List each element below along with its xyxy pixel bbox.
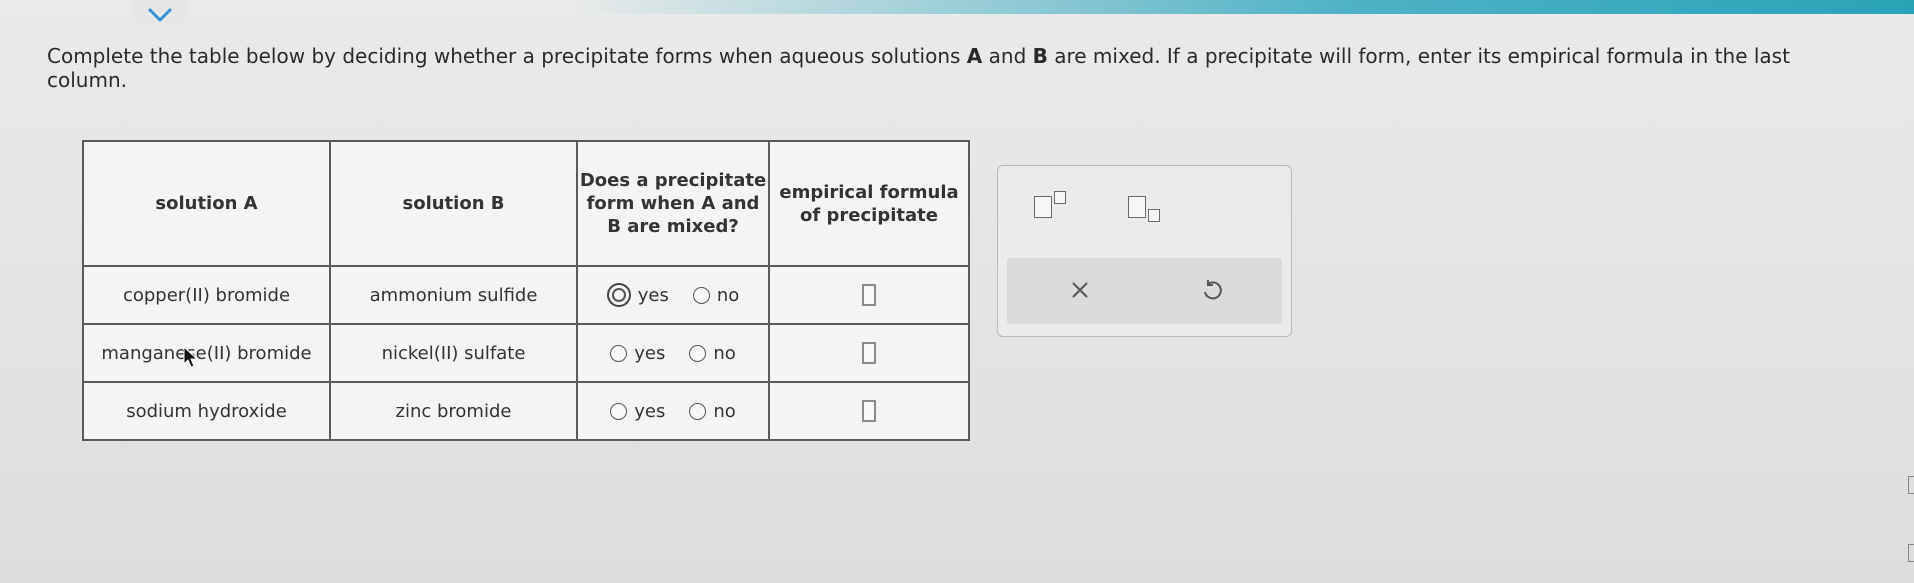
subscript-icon[interactable] [1128, 196, 1160, 222]
radio-yes-label: yes [637, 284, 669, 306]
radio-no[interactable] [689, 402, 707, 420]
cell-precipitate-choice: yes no [576, 381, 770, 441]
top-accent-bar [0, 0, 1914, 14]
radio-group: yes no [578, 283, 768, 307]
header-solution-b: solution B [329, 140, 578, 267]
cell-precipitate-choice: yes no [576, 265, 770, 325]
precipitate-table: solution A solution B Does a precipitate… [82, 140, 970, 441]
radio-no-label: no [716, 284, 740, 306]
cell-formula [768, 323, 970, 383]
formula-input[interactable] [862, 342, 876, 364]
edge-tab-top[interactable] [1908, 476, 1914, 494]
undo-icon[interactable] [1197, 275, 1227, 305]
header-empirical-formula: empirical formula of precipitate [768, 140, 970, 267]
radio-yes[interactable] [610, 344, 628, 362]
subscript-base-box [1128, 196, 1146, 218]
cell-solution-a: sodium hydroxide [82, 381, 331, 441]
instructions-text-1: Complete the table below by deciding whe… [47, 44, 967, 68]
formula-input[interactable] [862, 400, 876, 422]
subscript-index-box [1148, 209, 1160, 222]
cell-formula [768, 265, 970, 325]
collapse-button[interactable] [130, 0, 190, 30]
radio-option-no[interactable]: no [692, 284, 740, 306]
radio-no[interactable] [692, 286, 710, 304]
edge-tab-bottom[interactable] [1908, 544, 1914, 562]
radio-yes[interactable] [610, 402, 628, 420]
radio-no[interactable] [689, 344, 707, 362]
superscript-icon[interactable] [1034, 191, 1066, 218]
radio-group: yes no [578, 401, 768, 422]
cell-formula [768, 381, 970, 441]
chevron-down-icon [148, 8, 172, 22]
table-row: sodium hydroxide zinc bromide yes no [82, 381, 970, 441]
radio-no-label: no [713, 342, 736, 364]
radio-group: yes no [578, 343, 768, 364]
radio-option-no[interactable]: no [689, 342, 736, 364]
cell-solution-b: ammonium sulfide [329, 265, 578, 325]
cell-solution-a: copper(II) bromide [82, 265, 331, 325]
clear-icon[interactable] [1065, 275, 1095, 305]
table-row: copper(II) bromide ammonium sulfide yes … [82, 265, 970, 325]
radio-yes-label: yes [634, 342, 666, 364]
radio-option-yes[interactable]: yes [606, 283, 669, 307]
cell-solution-b: zinc bromide [329, 381, 578, 441]
formula-toolbox [997, 165, 1292, 337]
radio-no-label: no [713, 400, 736, 422]
cell-precipitate-choice: yes no [576, 323, 770, 383]
cell-solution-a: manganese(II) bromide [82, 323, 331, 383]
header-precipitate-question: Does a precipitate form when A and B are… [576, 140, 770, 267]
table-row: manganese(II) bromide nickel(II) sulfate… [82, 323, 970, 383]
superscript-base-box [1034, 196, 1052, 218]
question-instructions: Complete the table below by deciding whe… [47, 44, 1807, 92]
instructions-solution-a: A [966, 44, 983, 68]
mouse-cursor-icon [183, 346, 199, 368]
radio-yes-label: yes [634, 400, 666, 422]
cell-solution-b: nickel(II) sulfate [329, 323, 578, 383]
instructions-text-2: and [982, 44, 1033, 68]
radio-option-no[interactable]: no [689, 400, 736, 422]
radio-yes[interactable] [606, 283, 631, 307]
formula-input[interactable] [862, 284, 876, 306]
superscript-exponent-box [1054, 191, 1066, 204]
table-header-row: solution A solution B Does a precipitate… [82, 140, 970, 267]
instructions-solution-b: B [1032, 44, 1048, 68]
tool-row [998, 186, 1291, 246]
toolbox-action-bar [1007, 258, 1282, 324]
radio-option-yes[interactable]: yes [610, 401, 665, 422]
radio-option-yes[interactable]: yes [610, 343, 665, 364]
header-solution-a: solution A [82, 140, 331, 267]
